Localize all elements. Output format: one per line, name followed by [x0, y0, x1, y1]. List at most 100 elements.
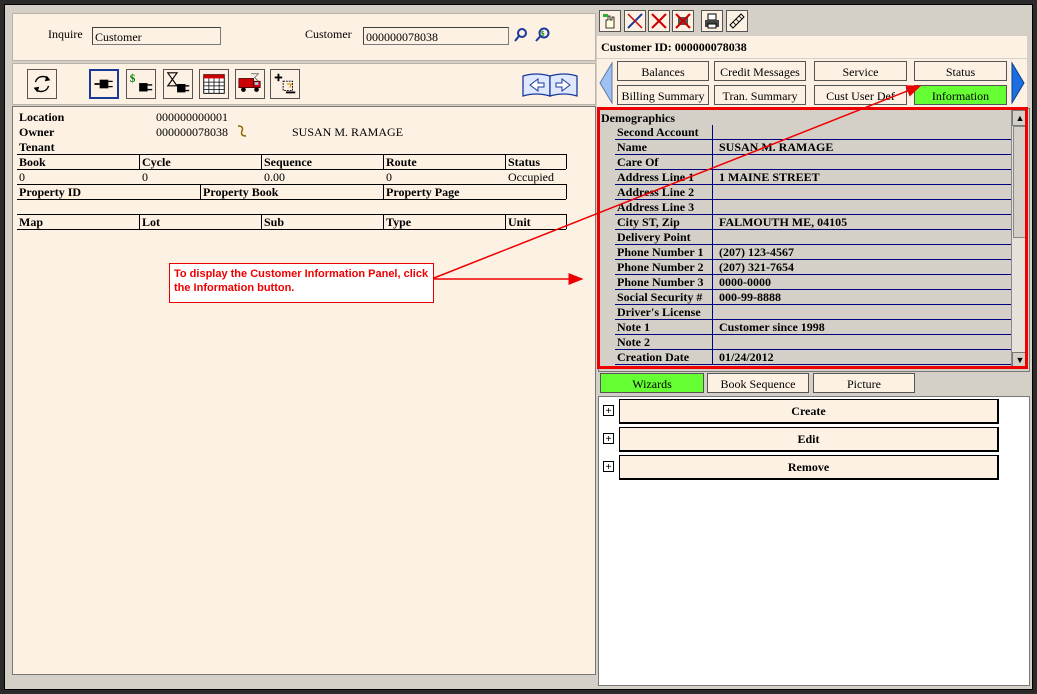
demographics-field-label: Social Security # — [617, 290, 703, 304]
remove-button[interactable]: Remove — [619, 455, 999, 480]
customer-label: Customer — [305, 27, 352, 41]
demographics-field-value: FALMOUTH ME, 04105 — [719, 215, 848, 229]
demographics-panel: Demographics Second Account Name SUSAN M. … — [598, 108, 1030, 372]
grid3-header-lot: Lot — [142, 215, 160, 229]
demographics-row: Note 2 — [615, 335, 1011, 350]
tab-picture[interactable]: Picture — [813, 373, 915, 393]
grid3-header-type: Type — [386, 215, 412, 229]
demographics-divider — [712, 200, 713, 215]
grid2-header-property-book: Property Book — [203, 185, 279, 199]
demographics-divider — [712, 155, 713, 170]
demographics-field-label: Phone Number 1 — [617, 245, 704, 259]
tab-wizards[interactable]: Wizards — [600, 373, 704, 393]
calendar-icon[interactable] — [199, 69, 229, 99]
demographics-field-label: Care Of — [617, 155, 659, 169]
cycle-value: 0 — [142, 170, 148, 184]
demographics-divider — [712, 350, 713, 365]
demographics-field-label: Phone Number 3 — [617, 275, 704, 289]
create-button[interactable]: Create — [619, 399, 999, 424]
hourglass-plug-icon[interactable] — [163, 69, 193, 99]
tab-service[interactable]: Service — [814, 61, 907, 81]
demographics-field-value: 000-99-8888 — [719, 290, 781, 304]
grid1-header-status: Status — [508, 155, 541, 169]
bottom-tab-bar: Wizards Book Sequence Picture — [598, 372, 1028, 394]
tab-tran-summary[interactable]: Tran. Summary — [714, 85, 806, 105]
left-toolbar: $ — [12, 63, 596, 105]
demographics-divider — [712, 290, 713, 305]
book-nav-icon[interactable] — [521, 72, 579, 98]
tab-billing-summary[interactable]: Billing Summary — [617, 85, 709, 105]
tab-balances[interactable]: Balances — [617, 61, 709, 81]
grid1-header-cycle: Cycle — [142, 155, 171, 169]
hand-icon[interactable] — [599, 10, 621, 32]
demographics-divider — [712, 185, 713, 200]
tab-status[interactable]: Status — [914, 61, 1007, 81]
demographics-field-label: Address Line 2 — [617, 185, 695, 199]
expand-icon[interactable]: + — [603, 461, 614, 473]
inquire-label: Inquire — [48, 27, 83, 41]
money-plug-icon[interactable]: $ — [126, 69, 156, 99]
book-value: 0 — [19, 170, 25, 184]
tab-information[interactable]: Information — [914, 85, 1007, 105]
demographics-field-label: Second Account — [617, 125, 699, 139]
demographics-divider — [712, 215, 713, 230]
grid2-header-property-id: Property ID — [19, 185, 82, 199]
demographics-row: Second Account — [615, 125, 1011, 140]
demographics-scrollbar[interactable]: ▲ ▼ — [1011, 110, 1028, 368]
demographics-field-label: Address Line 3 — [617, 200, 695, 214]
scroll-thumb[interactable] — [1013, 126, 1028, 238]
owner-name: SUSAN M. RAMAGE — [292, 125, 404, 139]
expand-icon[interactable]: + — [603, 433, 614, 445]
demographics-field-label: City ST, Zip — [617, 215, 680, 229]
location-value: 000000000001 — [156, 110, 228, 124]
delete-icon[interactable] — [648, 10, 670, 32]
tenant-label: Tenant — [19, 140, 55, 154]
demographics-row: Phone Number 3 0000-0000 — [615, 275, 1011, 290]
tab-cust-user-def[interactable]: Cust User Def — [814, 85, 907, 105]
tab-credit-messages[interactable]: Credit Messages — [714, 61, 806, 81]
demographics-row: Social Security # 000-99-8888 — [615, 290, 1011, 305]
grid2-header-property-page: Property Page — [386, 185, 460, 199]
demographics-divider — [712, 320, 713, 335]
inquire-type-field[interactable]: Customer — [92, 27, 221, 45]
demographics-field-value: (207) 321-7654 — [719, 260, 794, 274]
demographics-divider — [712, 305, 713, 320]
demographics-row: Note 1 Customer since 1998 — [615, 320, 1011, 335]
customer-number-field[interactable]: 000000078038 — [363, 27, 509, 45]
tools-icon[interactable] — [726, 10, 748, 32]
demographics-row: Phone Number 2 (207) 321-7654 — [615, 260, 1011, 275]
demographics-field-label: Delivery Point — [617, 230, 691, 244]
demographics-divider — [712, 170, 713, 185]
owner-value: 000000078038 — [156, 125, 228, 139]
demographics-row: Address Line 1 1 MAINE STREET — [615, 170, 1011, 185]
wizard-row-remove: + Remove — [599, 454, 1019, 481]
tab-book-sequence[interactable]: Book Sequence — [707, 373, 809, 393]
expand-icon[interactable]: + — [603, 405, 614, 417]
truck-icon[interactable] — [235, 69, 265, 99]
disconnect-icon[interactable] — [672, 10, 694, 32]
plug-icon[interactable] — [89, 69, 119, 99]
add-field-icon[interactable] — [270, 69, 300, 99]
demographics-field-label: Driver's License — [617, 305, 701, 319]
wizard-panel: + Create + Edit + Remove — [598, 396, 1030, 686]
demographics-field-label: Phone Number 2 — [617, 260, 704, 274]
demographics-row: Phone Number 1 (207) 123-4567 — [615, 245, 1011, 260]
tab-scroll-right-icon[interactable] — [1011, 61, 1025, 105]
print-icon[interactable] — [701, 10, 723, 32]
refresh-icon[interactable] — [27, 69, 57, 99]
demographics-field-label: Note 1 — [617, 320, 650, 334]
demographics-row: Address Line 3 — [615, 200, 1011, 215]
scroll-down-icon[interactable]: ▼ — [1012, 352, 1028, 368]
money-search-icon[interactable]: $ — [533, 26, 551, 44]
cut-icon[interactable] — [624, 10, 646, 32]
demographics-field-value: 01/24/2012 — [719, 350, 774, 364]
demographics-field-label: Name — [617, 140, 647, 154]
scroll-up-icon[interactable]: ▲ — [1012, 110, 1028, 126]
location-panel: Location 000000000001 Owner 000000078038… — [12, 106, 596, 675]
demographics-field-value: Customer since 1998 — [719, 320, 825, 334]
search-icon[interactable] — [513, 27, 529, 43]
inquire-bar: Inquire Customer Customer 000000078038 $ — [12, 13, 596, 61]
edit-button[interactable]: Edit — [619, 427, 999, 452]
link-icon[interactable] — [236, 124, 248, 138]
tab-scroll-left-icon[interactable] — [599, 61, 613, 105]
